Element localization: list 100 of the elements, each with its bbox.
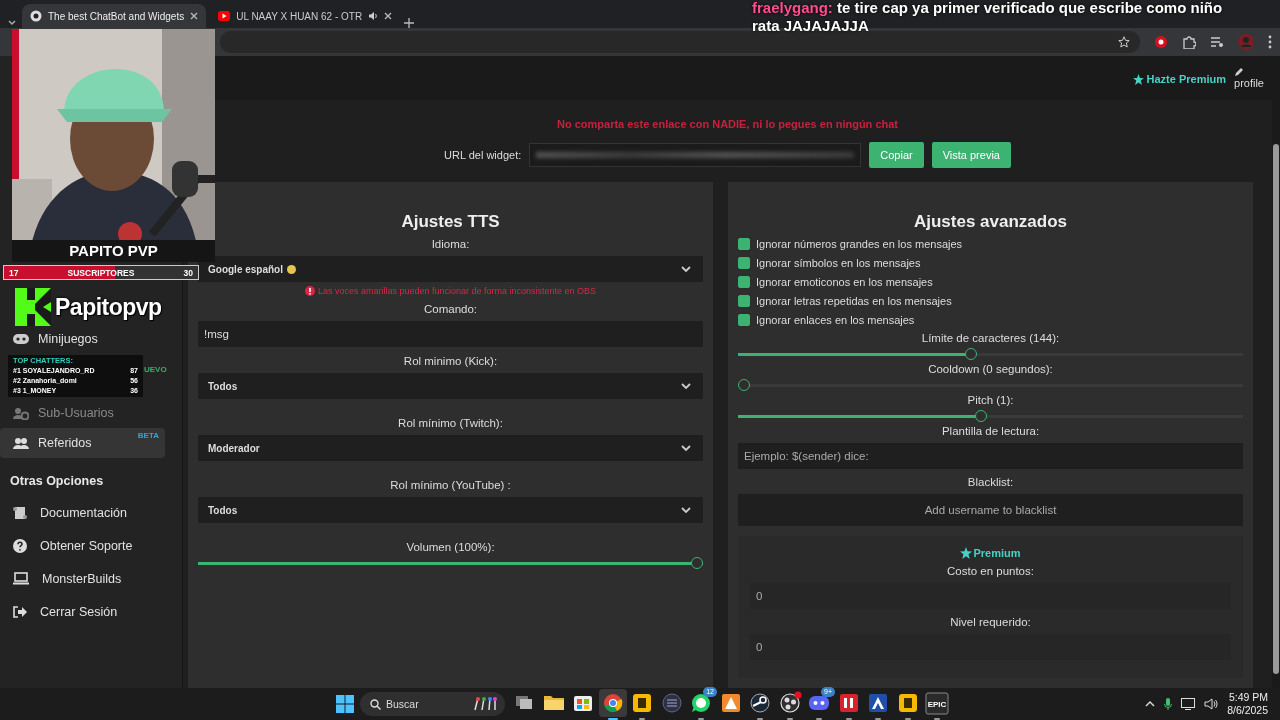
slider[interactable] (738, 410, 1243, 422)
browser-tab[interactable]: UL NAAY X HUAN 62 - OTR (210, 4, 401, 28)
slider-thumb[interactable] (964, 348, 977, 360)
scrollbar-thumb[interactable] (1273, 144, 1279, 674)
checkbox[interactable] (738, 275, 750, 288)
pen-icon (1234, 67, 1245, 77)
chevron-up-icon[interactable] (1145, 701, 1156, 707)
slider-thumb[interactable] (738, 379, 750, 391)
field-label: Límite de caracteres (144): (920, 331, 1061, 346)
dropdown[interactable]: Google español (198, 256, 703, 282)
streamer-name: PAPITO PVP (12, 240, 215, 262)
dot-icon (287, 264, 296, 274)
checkbox[interactable] (738, 256, 750, 269)
slider[interactable] (738, 348, 1243, 360)
close-icon[interactable] (190, 12, 199, 20)
paintbrush-icon (472, 697, 498, 711)
slider-thumb[interactable] (691, 557, 703, 569)
goal-count: 17 (9, 267, 19, 278)
chevron-down-icon (681, 506, 691, 514)
beta-label: BETA (137, 431, 159, 440)
text-field[interactable]: !msg (198, 321, 703, 347)
field-label: Blacklist: (966, 475, 1015, 490)
url-field[interactable] (529, 143, 862, 167)
field-label: Rol mínimo (YouTube) : (389, 478, 512, 493)
text-field[interactable]: Ejemplo: $(sender) dice: (738, 443, 1243, 469)
field-label: Nivel requerido: (949, 615, 1032, 630)
browser-icon[interactable] (598, 688, 627, 720)
monitor-icon[interactable] (1181, 698, 1196, 710)
chat-message: fraelygang: te tire cap ya primer verificado que escribe como niño rata JAJAJAJJA (752, 0, 1224, 35)
logo-icon (15, 288, 51, 326)
field-label: Cooldown (0 segundos): (927, 362, 1054, 377)
play-icon (218, 11, 231, 21)
search-field[interactable]: Buscar (360, 692, 505, 716)
sidebar-item[interactable]: Cerrar Sesión (0, 595, 165, 628)
field-label: Volumen (100%): (405, 540, 496, 555)
checkbox[interactable] (738, 294, 750, 307)
field-label: Comando: (422, 302, 479, 317)
checkbox-label: Ignorar letras repetidas en los mensajes (756, 294, 952, 307)
extension-icon[interactable] (1154, 35, 1168, 49)
media-list-icon[interactable] (1210, 36, 1224, 48)
field-label: URL del widget: (444, 149, 522, 161)
bookmark-star-icon[interactable] (1118, 36, 1130, 48)
puzzle-icon[interactable] (1182, 35, 1196, 49)
warning-note: Las voces amarillas pueden funcionar de forma inconsistente en OBS (317, 285, 597, 296)
section-title: Premium (973, 547, 1021, 559)
field-label: Pitch (1): (966, 393, 1015, 408)
laptop-icon (13, 572, 29, 585)
goal-target: 30 (183, 267, 193, 278)
panel-title: Ajustes avanzados (912, 211, 1069, 233)
slider[interactable] (198, 557, 703, 569)
chevron-down-icon (681, 265, 691, 273)
profile-link[interactable]: profile (1234, 67, 1264, 89)
field-label: Plantilla de lectura: (940, 424, 1041, 439)
chevron-down-icon (681, 444, 691, 452)
gamepad-icon (13, 333, 29, 345)
sidebar-item[interactable]: Obtener Soporte (0, 529, 165, 562)
checkbox-label: Ignorar enlaces en los mensajes (756, 313, 915, 326)
chevron-down-icon (681, 382, 691, 390)
tag-input-field[interactable]: Add username to blacklist (738, 494, 1243, 526)
field-label: Rol mínimo (Twitch): (397, 416, 504, 431)
menu-icon[interactable] (1268, 35, 1272, 49)
dropdown[interactable]: Todos (198, 373, 703, 399)
search-icon (370, 698, 381, 710)
slider-thumb[interactable] (974, 410, 987, 422)
checkbox-label: Ignorar emoticonos en los mensajes (756, 275, 933, 288)
users-icon (13, 436, 29, 450)
new-tab-icon[interactable] (404, 18, 415, 28)
browser-tab[interactable]: The best ChatBot and Widgets (22, 4, 207, 28)
text-field[interactable]: 0 (750, 583, 1231, 609)
users-icon (13, 406, 29, 420)
text-field[interactable]: 0 (750, 634, 1231, 660)
channel-name: Papitopvp (55, 293, 162, 321)
star-icon (960, 547, 973, 559)
star-icon (1132, 73, 1144, 85)
warning-text: No comparta este enlace con NADIE, ni lo pegues en ningún chat (556, 118, 899, 130)
dropdown[interactable]: Todos (198, 497, 703, 523)
start-icon[interactable] (336, 695, 354, 713)
site-icon (30, 10, 42, 22)
premium-link[interactable]: Hazte Premium (1132, 73, 1227, 85)
alert-icon (304, 285, 315, 296)
scroll-icon (13, 505, 27, 520)
slider[interactable] (738, 379, 1243, 391)
logout-icon (13, 605, 27, 618)
sidebar-item[interactable]: Referidos BETA (0, 428, 165, 458)
help-icon (13, 538, 27, 553)
new-label: UEVO (144, 365, 167, 374)
speaker-icon[interactable] (1204, 698, 1219, 710)
field-label: Costo en puntos: (946, 564, 1035, 579)
checkbox-label: Ignorar números grandes en los mensajes (756, 237, 963, 250)
sidebar-item[interactable]: Documentación (0, 496, 165, 529)
dropdown[interactable]: Moderador (198, 435, 703, 461)
checkbox[interactable] (738, 237, 750, 250)
sidebar-item[interactable]: MonsterBuilds (0, 562, 165, 595)
close-icon[interactable] (384, 12, 393, 20)
field-label: Rol minimo (Kick): (402, 354, 499, 369)
checkbox-label: Ignorar símbolos en los mensajes (756, 256, 921, 269)
field-label: Idioma: (430, 237, 471, 252)
clock-time: 5:49 PM (1228, 691, 1268, 704)
microphone-icon[interactable] (1164, 698, 1173, 710)
checkbox[interactable] (738, 313, 750, 326)
